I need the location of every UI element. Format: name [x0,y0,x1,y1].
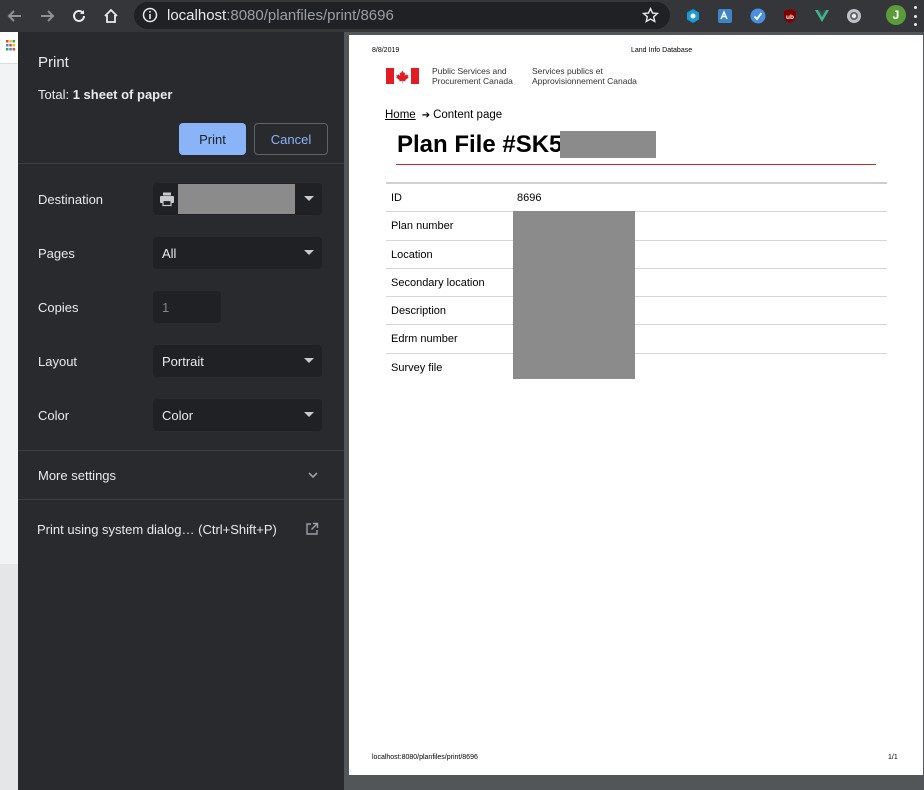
pages-select[interactable]: All [153,237,322,269]
pages-value: All [162,246,177,261]
divider [18,450,344,451]
copies-value: 1 [162,300,170,315]
reload-button[interactable] [66,3,92,29]
department-name-english: Public Services and Procurement Canada [432,66,513,86]
printer-icon [160,192,174,207]
department-name-french: Services publics et Approvisionnement Ca… [532,66,637,86]
page-header-title: Land Info Database [631,47,693,54]
pages-label: Pages [38,246,75,261]
background-page-header [0,32,18,64]
star-icon[interactable] [642,7,659,24]
table-row: Plan number [386,212,887,241]
panel-title: Print [38,54,69,71]
chevron-down-icon [304,196,314,201]
color-label: Color [38,408,70,423]
layout-value: Portrait [162,354,204,369]
forward-button[interactable] [34,3,60,29]
sheet-total: Total: 1 sheet of paper [38,87,173,102]
table-row: Description [386,297,887,326]
table-row: Location [386,241,887,269]
background-page [0,32,18,790]
table-row-value: 8696 [517,192,542,204]
destination-label: Destination [38,192,104,207]
page-footer-url: localhost:8080/planfiles/print/8696 [372,754,478,761]
table-row-key: Survey file [391,361,443,374]
system-dialog-link[interactable]: Print using system dialog… (Ctrl+Shift+P… [37,522,277,537]
browser-toolbar: localhost:8080/planfiles/print/8696 ub J [0,0,924,32]
extension-check-icon[interactable] [749,7,766,24]
page-title: Plan File #SK5 [397,131,563,158]
table-redacted-block [513,211,635,379]
arrow-right-icon [41,10,55,22]
chevron-down-icon[interactable] [307,469,319,481]
extension-translate-icon[interactable] [716,7,733,24]
chevron-down-icon [304,358,314,363]
info-icon[interactable] [142,7,158,23]
table-row-key: Description [391,305,447,318]
color-value: Color [162,408,194,423]
breadcrumb-home-link[interactable]: Home [385,109,416,121]
destination-select[interactable] [153,183,322,215]
cancel-button[interactable]: Cancel [254,123,328,155]
address-bar[interactable]: localhost:8080/planfiles/print/8696 [134,2,670,29]
more-settings-toggle[interactable]: More settings [38,468,116,483]
layout-select[interactable]: Portrait [153,345,322,377]
arrow-left-icon [7,10,21,22]
reload-icon [73,9,85,22]
title-redacted-block [560,131,656,158]
table-row-key: Plan number [391,220,454,233]
url-text[interactable]: localhost:8080/planfiles/print/8696 [167,7,394,24]
color-select[interactable]: Color [153,399,322,431]
breadcrumb: Home ➔ Content page [385,109,502,121]
arrow-right-icon: ➔ [421,110,431,121]
table-row-key: ID [391,192,402,204]
home-button[interactable] [98,3,124,29]
extension-hexagon-icon[interactable] [684,7,701,24]
title-rule [396,164,876,165]
back-button[interactable] [2,3,28,29]
table-row: Secondary location [386,269,887,298]
apps-icon [6,40,15,51]
chevron-down-icon [304,412,314,417]
table-row-key: Edrm number [391,333,458,346]
divider [18,163,344,164]
extension-circle-icon[interactable] [845,7,862,24]
table-row: Edrm number [386,325,887,354]
print-settings-panel: Print Total: 1 sheet of paper Print Canc… [18,32,344,790]
layout-label: Layout [38,354,78,369]
svg-text:ub: ub [786,14,794,21]
details-table: ID 8696 Plan number Location Secondary locat… [386,182,887,382]
print-button[interactable]: Print [179,123,246,155]
extension-ublock-icon[interactable]: ub [781,7,798,24]
profile-avatar[interactable]: J [886,5,906,25]
home-icon [104,8,118,23]
table-row: ID 8696 [386,184,887,213]
table-row-key: Location [391,248,433,261]
background-page-footer [0,564,18,790]
print-preview-area: 8/8/2019 Land Info Database Public Servi… [344,32,924,790]
open-in-new-icon[interactable] [305,522,319,536]
divider [18,499,344,500]
chevron-down-icon [304,250,314,255]
table-row: Survey file [386,354,887,382]
page-header-date: 8/8/2019 [372,47,400,54]
copies-input[interactable]: 1 [153,291,221,323]
page-footer-number: 1/1 [888,754,898,761]
destination-redacted [178,184,295,214]
canada-flag-icon [386,68,419,84]
preview-page: 8/8/2019 Land Info Database Public Servi… [349,35,923,775]
browser-menu-icon[interactable] [912,6,918,26]
breadcrumb-current: Content page [433,109,503,121]
copies-label: Copies [38,300,79,315]
extension-vue-icon[interactable] [813,7,830,24]
table-row-key: Secondary location [391,276,485,289]
